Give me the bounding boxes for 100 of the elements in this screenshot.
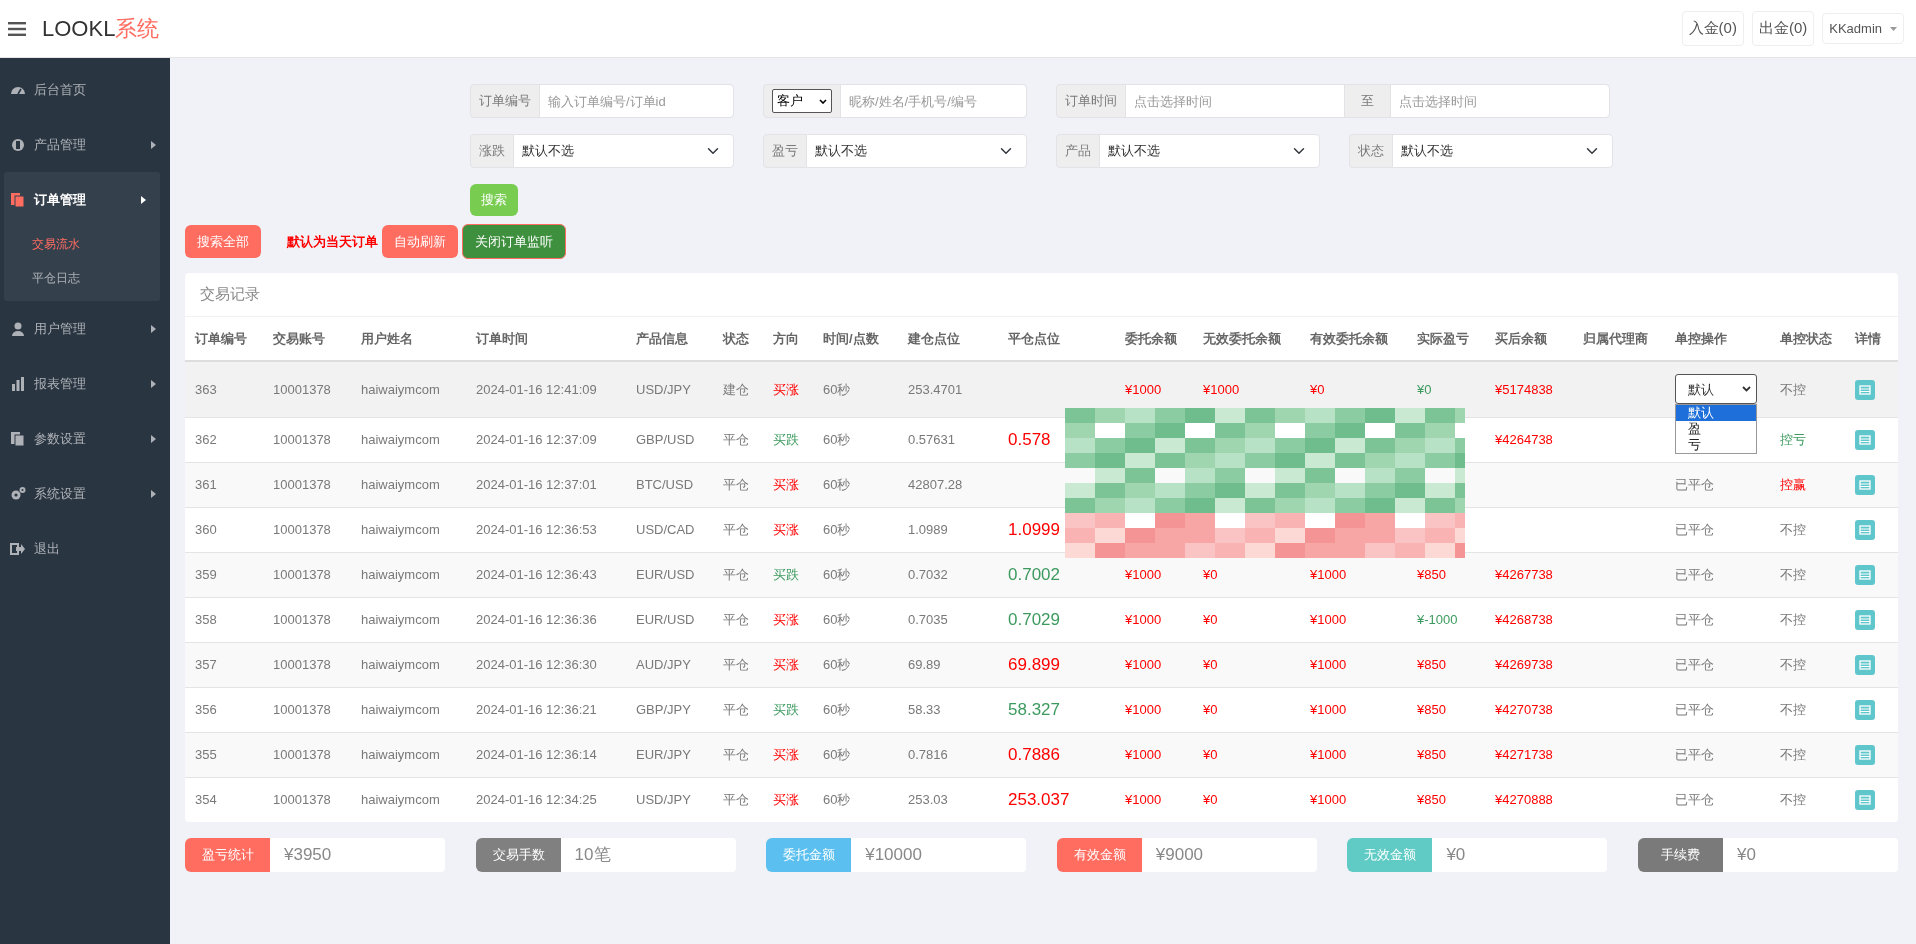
stat-value: ¥10000 xyxy=(851,838,1027,872)
table-cell: 2024-01-16 12:34:25 xyxy=(476,792,597,807)
table-cell: ¥1000 xyxy=(1125,746,1162,762)
table-cell: 已平仓 xyxy=(1675,701,1714,717)
sidebar-item[interactable]: 报表管理 xyxy=(0,356,170,411)
detail-icon[interactable] xyxy=(1855,790,1875,811)
select-field[interactable]: 默认不选 xyxy=(1099,134,1320,168)
select-field[interactable]: 默认不选 xyxy=(806,134,1027,168)
stat-label: 交易手数 xyxy=(475,838,562,872)
chevron-icon xyxy=(819,98,827,104)
sidebar-item[interactable]: 产品管理 xyxy=(0,117,170,172)
direction-text: 买涨 xyxy=(773,746,799,762)
top-button[interactable]: 出金(0) xyxy=(1751,11,1815,46)
sidebar-item[interactable]: 用户管理 xyxy=(0,301,170,356)
input-field[interactable]: 输入订单编号/订单id xyxy=(539,84,734,118)
sidebar-item[interactable]: 后台首页 xyxy=(0,62,170,117)
detail-icon[interactable] xyxy=(1855,654,1875,675)
control-status: 控赢 xyxy=(1780,476,1806,492)
table-cell: ¥1000 xyxy=(1125,381,1162,397)
table-cell: 60秒 xyxy=(823,611,851,627)
table-cell: 平仓 xyxy=(723,476,749,492)
chart-icon xyxy=(10,375,26,392)
coin-icon xyxy=(10,136,26,153)
detail-icon[interactable] xyxy=(1855,474,1875,495)
brand-logo: LOOKL系统 xyxy=(42,15,160,43)
table-cell: 358 xyxy=(195,611,217,627)
table-cell: GBP/JPY xyxy=(636,701,691,717)
table-cell: GBP/USD xyxy=(636,431,695,447)
input-field[interactable]: 昵称/姓名/手机号/编号 xyxy=(840,84,1027,118)
stat-value: ¥3950 xyxy=(270,838,445,872)
customer-type-select[interactable]: 客户 xyxy=(772,89,832,113)
table-cell: 2024-01-16 12:37:09 xyxy=(476,431,597,447)
select-field[interactable]: 默认不选 xyxy=(1392,134,1613,168)
sidebar-item[interactable]: 系统设置 xyxy=(0,466,170,521)
table-cell: 平仓 xyxy=(723,611,749,627)
table-cell: haiwaiymcom xyxy=(361,701,440,717)
table-cell: 60秒 xyxy=(823,476,851,492)
table-cell: 0.7035 xyxy=(908,611,948,627)
table-cell: 60秒 xyxy=(823,701,851,717)
stat-value: 10笔 xyxy=(560,838,736,872)
table-cell: 平仓 xyxy=(723,656,749,672)
table-cell: 10001378 xyxy=(273,431,331,447)
stat-value: ¥0 xyxy=(1432,838,1608,872)
detail-icon[interactable] xyxy=(1855,744,1875,765)
table-cell: ¥1000 xyxy=(1310,656,1347,672)
table-cell: AUD/JPY xyxy=(636,656,691,672)
table-cell: 0.7032 xyxy=(908,566,948,582)
table-cell: 平仓 xyxy=(723,746,749,762)
table-cell: ¥4264738 xyxy=(1495,431,1553,447)
close-monitor-button[interactable]: 关闭订单监听 xyxy=(462,223,566,259)
detail-icon[interactable] xyxy=(1855,699,1875,720)
sidebar-item[interactable]: 参数设置 xyxy=(0,411,170,466)
table-cell: 0.57631 xyxy=(908,431,955,447)
table-cell: 已平仓 xyxy=(1675,521,1714,537)
table-cell: 253.4701 xyxy=(908,381,963,397)
input-field[interactable]: 点击选择时间 xyxy=(1390,84,1610,118)
input-field[interactable]: 点击选择时间 xyxy=(1125,84,1345,118)
menu-icon[interactable] xyxy=(8,21,26,36)
table-cell: 2024-01-16 12:36:36 xyxy=(476,611,597,627)
submenu-item[interactable]: 平仓日志 xyxy=(4,261,160,295)
table-cell: ¥5174838 xyxy=(1495,381,1553,397)
detail-icon[interactable] xyxy=(1855,429,1875,450)
table-cell: ¥1000 xyxy=(1125,656,1162,672)
direction-text: 买涨 xyxy=(773,792,799,807)
sidebar-item[interactable]: 订单管理 xyxy=(4,172,160,227)
field-label: 涨跌 xyxy=(470,134,514,168)
sidebar-item[interactable]: 退出 xyxy=(0,521,170,576)
field-label: 订单编号 xyxy=(470,84,540,118)
table-cell: 10001378 xyxy=(273,381,331,397)
control-status: 不控 xyxy=(1780,521,1806,537)
field-label: 盈亏 xyxy=(763,134,807,168)
field-label: 订单时间 xyxy=(1056,84,1126,118)
stat-value: ¥9000 xyxy=(1141,838,1317,872)
table-cell: 已平仓 xyxy=(1675,746,1714,762)
submenu-item[interactable]: 交易流水 xyxy=(4,227,160,261)
table-cell: haiwaiymcom xyxy=(361,611,440,627)
control-select[interactable]: 默认 xyxy=(1675,374,1757,405)
select-field[interactable]: 默认不选 xyxy=(513,134,734,168)
dropdown-option[interactable]: 亏 xyxy=(1676,437,1756,453)
detail-icon[interactable] xyxy=(1855,609,1875,630)
detail-icon[interactable] xyxy=(1855,379,1875,400)
table-cell: 355 xyxy=(195,746,217,762)
user-menu-button[interactable]: KKadmin xyxy=(1822,12,1904,45)
table-cell: ¥0 xyxy=(1203,701,1218,717)
top-button[interactable]: 入金(0) xyxy=(1681,11,1744,46)
detail-icon[interactable] xyxy=(1855,519,1875,540)
table-cell: ¥0 xyxy=(1417,381,1432,397)
table-cell: 已平仓 xyxy=(1675,792,1714,807)
gears-icon xyxy=(10,485,26,502)
dropdown-option[interactable]: 盈 xyxy=(1676,421,1756,437)
table-cell: ¥850 xyxy=(1417,792,1446,807)
dropdown-option[interactable]: 默认 xyxy=(1676,405,1756,421)
table-cell: 平仓 xyxy=(723,792,749,807)
table-cell: 10001378 xyxy=(273,611,331,627)
table-cell: ¥1000 xyxy=(1203,381,1240,397)
table-cell: 建仓 xyxy=(723,381,749,397)
detail-icon[interactable] xyxy=(1855,564,1875,585)
table-cell: 2024-01-16 12:36:53 xyxy=(476,521,597,537)
table-cell: ¥4267738 xyxy=(1495,566,1553,582)
direction-text: 买涨 xyxy=(773,521,799,537)
